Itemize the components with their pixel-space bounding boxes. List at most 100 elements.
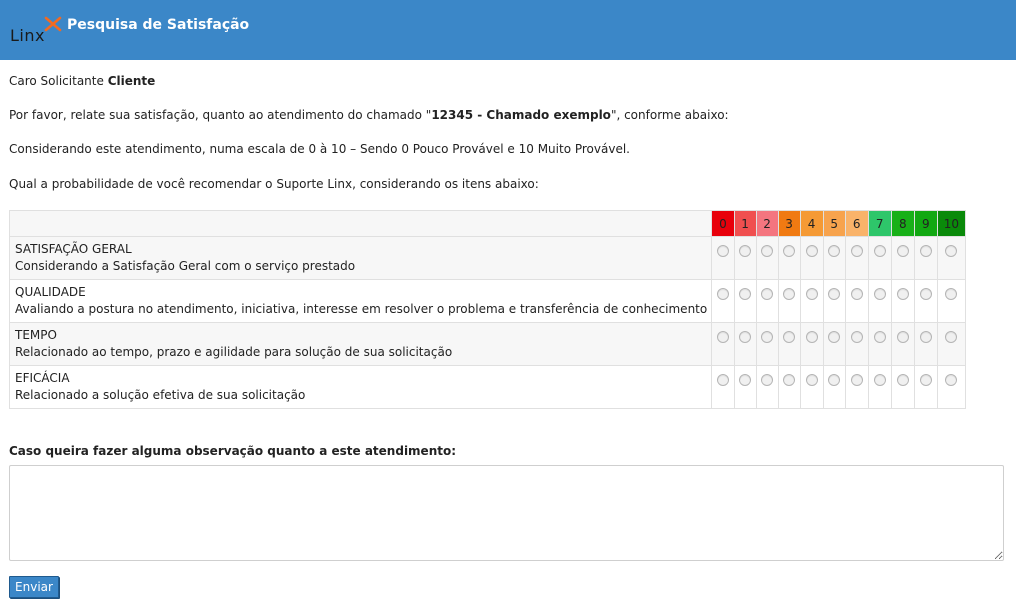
scale-label-4: 4	[799, 210, 824, 237]
observation-label: Caso queira fazer alguma observação quan…	[9, 444, 457, 458]
survey-item-description: Relacionado a solução efetiva de sua sol…	[15, 388, 306, 402]
rating-cell	[755, 279, 779, 323]
rating-radio-7[interactable]	[873, 245, 886, 257]
rating-radio-6[interactable]	[850, 331, 863, 343]
rating-cell	[799, 322, 824, 366]
rating-radio-1[interactable]	[739, 245, 752, 257]
rating-cell	[867, 365, 892, 409]
rating-cell	[913, 322, 938, 366]
rating-radio-1[interactable]	[739, 288, 752, 300]
rating-radio-1[interactable]	[739, 374, 752, 386]
rating-cell	[844, 365, 869, 409]
rating-cell	[777, 322, 801, 366]
rating-cell	[711, 365, 735, 409]
rating-radio-8[interactable]	[896, 288, 909, 300]
rating-radio-10[interactable]	[945, 331, 958, 343]
rating-cell	[711, 322, 735, 366]
rating-radio-6[interactable]	[850, 245, 863, 257]
rating-cell	[822, 365, 846, 409]
rating-radio-5[interactable]	[828, 245, 841, 257]
survey-table: 0 1 2 3 4 5 6 7 8 9 10 SATISFAÇÃO GERAL Considerand…	[8, 210, 967, 409]
observation-textarea[interactable]	[9, 465, 1004, 561]
rating-radio-2[interactable]	[761, 374, 774, 386]
rating-radio-0[interactable]	[716, 331, 729, 343]
survey-item-title: QUALIDADE	[15, 285, 86, 299]
rating-radio-9[interactable]	[919, 245, 932, 257]
rating-cell	[733, 236, 757, 280]
rating-radio-0[interactable]	[716, 245, 729, 257]
scale-label-5: 5	[822, 210, 846, 237]
rating-radio-10[interactable]	[945, 374, 958, 386]
survey-item-title: SATISFAÇÃO GERAL	[15, 242, 132, 256]
linx-logo: Linx	[10, 26, 45, 45]
rating-radio-6[interactable]	[850, 288, 863, 300]
rating-radio-7[interactable]	[873, 331, 886, 343]
rating-radio-1[interactable]	[739, 331, 752, 343]
rating-cell	[867, 279, 892, 323]
scale-label-2: 2	[755, 210, 779, 237]
submit-button[interactable]: Enviar	[9, 576, 59, 598]
ticket-name: 12345 - Chamado exemplo	[431, 108, 611, 122]
rating-radio-8[interactable]	[896, 374, 909, 386]
rating-cell	[777, 236, 801, 280]
rating-cell	[890, 322, 915, 366]
scale-label-8: 8	[890, 210, 915, 237]
rating-radio-8[interactable]	[896, 245, 909, 257]
rating-radio-0[interactable]	[716, 374, 729, 386]
survey-item-row: SATISFAÇÃO GERAL Considerando a Satisfaçã…	[8, 236, 967, 280]
rating-radio-3[interactable]	[783, 245, 796, 257]
rating-radio-0[interactable]	[716, 288, 729, 300]
rating-cell	[844, 279, 869, 323]
rating-cell	[890, 365, 915, 409]
rating-cell	[711, 279, 735, 323]
rating-cell	[711, 236, 735, 280]
rating-cell	[913, 236, 938, 280]
rating-radio-5[interactable]	[828, 288, 841, 300]
rating-cell	[799, 365, 824, 409]
rating-radio-8[interactable]	[896, 331, 909, 343]
rating-radio-10[interactable]	[945, 288, 958, 300]
page-title: Pesquisa de Satisfação	[67, 17, 250, 33]
rating-radio-5[interactable]	[828, 331, 841, 343]
survey-item-label: SATISFAÇÃO GERAL Considerando a Satisfaçã…	[8, 236, 713, 280]
rating-radio-3[interactable]	[783, 374, 796, 386]
rating-radio-7[interactable]	[873, 288, 886, 300]
rating-radio-4[interactable]	[805, 374, 818, 386]
rating-radio-2[interactable]	[761, 245, 774, 257]
scale-explanation: Considerando este atendimento, numa esca…	[9, 142, 630, 156]
rating-cell	[936, 236, 967, 280]
rating-radio-4[interactable]	[805, 288, 818, 300]
rating-radio-3[interactable]	[783, 288, 796, 300]
scale-label-0: 0	[711, 210, 735, 237]
survey-item-description: Relacionado ao tempo, prazo e agilidade …	[15, 345, 453, 359]
rating-cell	[822, 322, 846, 366]
rating-radio-4[interactable]	[805, 245, 818, 257]
scale-label-7: 7	[867, 210, 892, 237]
requester-name: Cliente	[107, 74, 156, 88]
rating-radio-2[interactable]	[761, 288, 774, 300]
rating-radio-10[interactable]	[945, 245, 958, 257]
scale-label-3: 3	[777, 210, 801, 237]
rating-cell	[936, 365, 967, 409]
rating-cell	[822, 236, 846, 280]
scale-label-1: 1	[733, 210, 757, 237]
rating-radio-7[interactable]	[873, 374, 886, 386]
rating-radio-2[interactable]	[761, 331, 774, 343]
rating-cell	[799, 236, 824, 280]
rating-cell	[936, 322, 967, 366]
rating-radio-5[interactable]	[828, 374, 841, 386]
rating-radio-4[interactable]	[805, 331, 818, 343]
rating-cell	[777, 279, 801, 323]
rating-radio-9[interactable]	[919, 288, 932, 300]
survey-item-row: QUALIDADE Avaliando a postura no atendime…	[8, 279, 967, 323]
rating-radio-9[interactable]	[919, 331, 932, 343]
rating-cell	[844, 236, 869, 280]
rating-radio-9[interactable]	[919, 374, 932, 386]
rating-cell	[913, 279, 938, 323]
question-text: Qual a probabilidade de você recomendar …	[9, 177, 539, 191]
rating-radio-6[interactable]	[850, 374, 863, 386]
rating-radio-3[interactable]	[783, 331, 796, 343]
rating-cell	[890, 279, 915, 323]
rating-cell	[936, 279, 967, 323]
rating-cell	[733, 279, 757, 323]
